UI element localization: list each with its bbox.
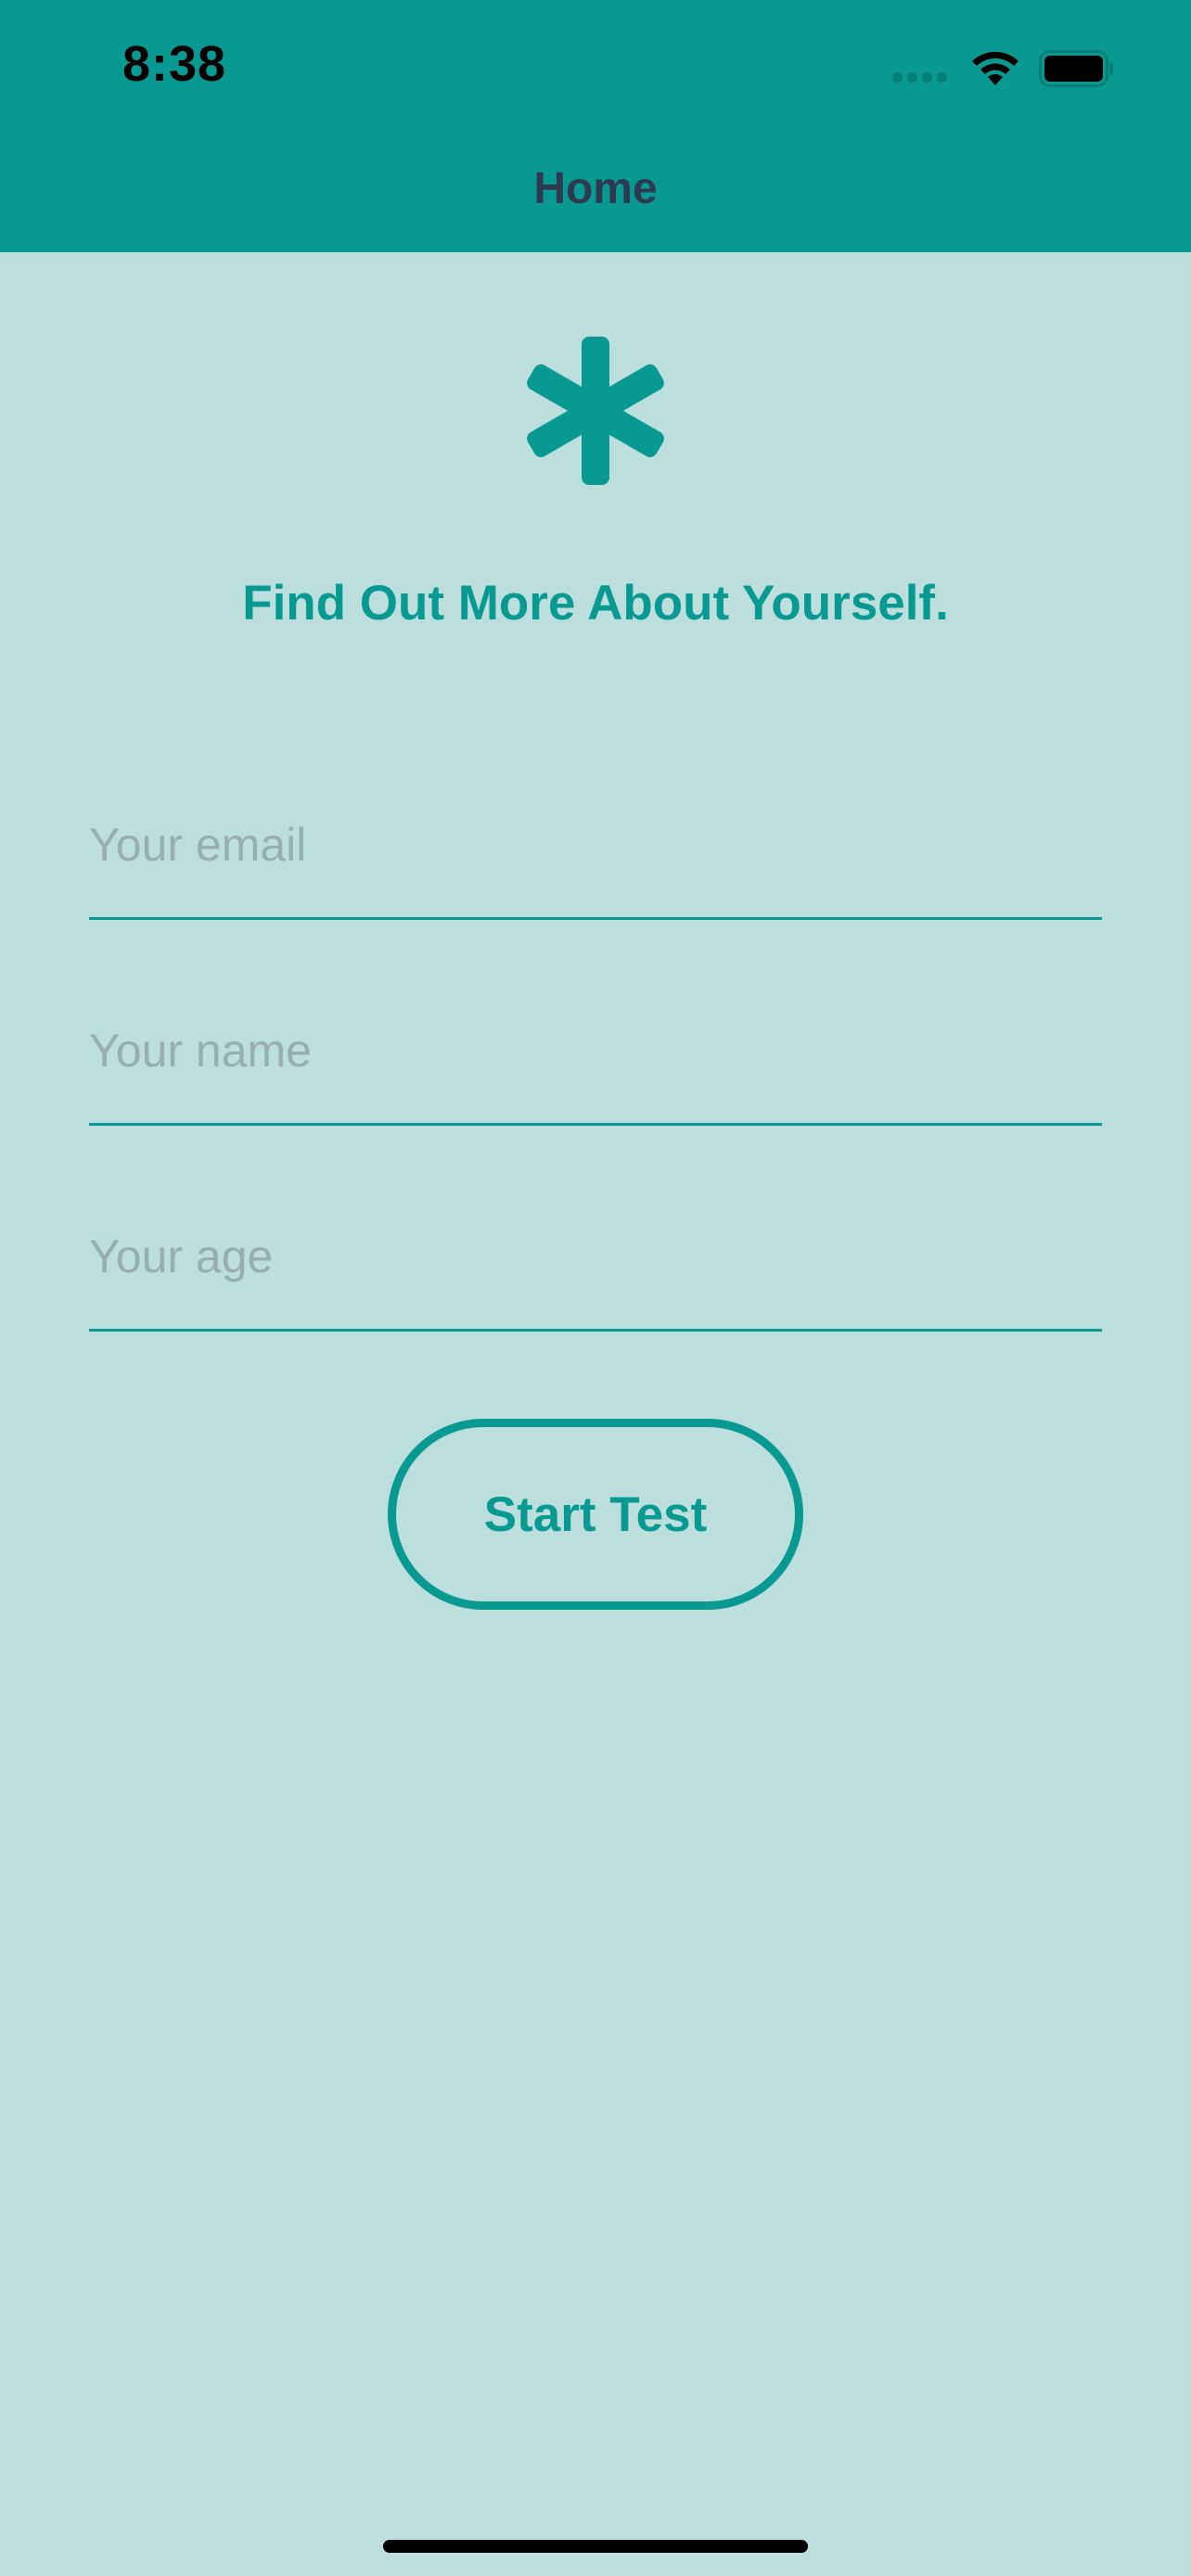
wifi-icon: [972, 51, 1018, 85]
email-field: [89, 809, 1102, 920]
tagline: Find Out More About Yourself.: [242, 576, 949, 631]
asterisk-icon: [527, 337, 664, 485]
cellular-signal-icon: [892, 72, 948, 83]
header-bar: 8:38 Home: [0, 0, 1191, 252]
home-screen: 8:38 Home Find Out More About Yourself. …: [0, 0, 1191, 2576]
name-field: [89, 1014, 1102, 1126]
age-field: [89, 1220, 1102, 1332]
battery-icon: [1039, 50, 1113, 87]
status-icons: [892, 46, 1115, 93]
status-time: 8:38: [122, 36, 227, 92]
age-input[interactable]: [89, 1220, 1102, 1329]
page-title: Home: [533, 164, 658, 213]
name-input[interactable]: [89, 1014, 1102, 1123]
start-test-button[interactable]: Start Test: [388, 1419, 803, 1610]
home-indicator[interactable]: [383, 2540, 808, 2553]
email-input[interactable]: [89, 809, 1102, 917]
